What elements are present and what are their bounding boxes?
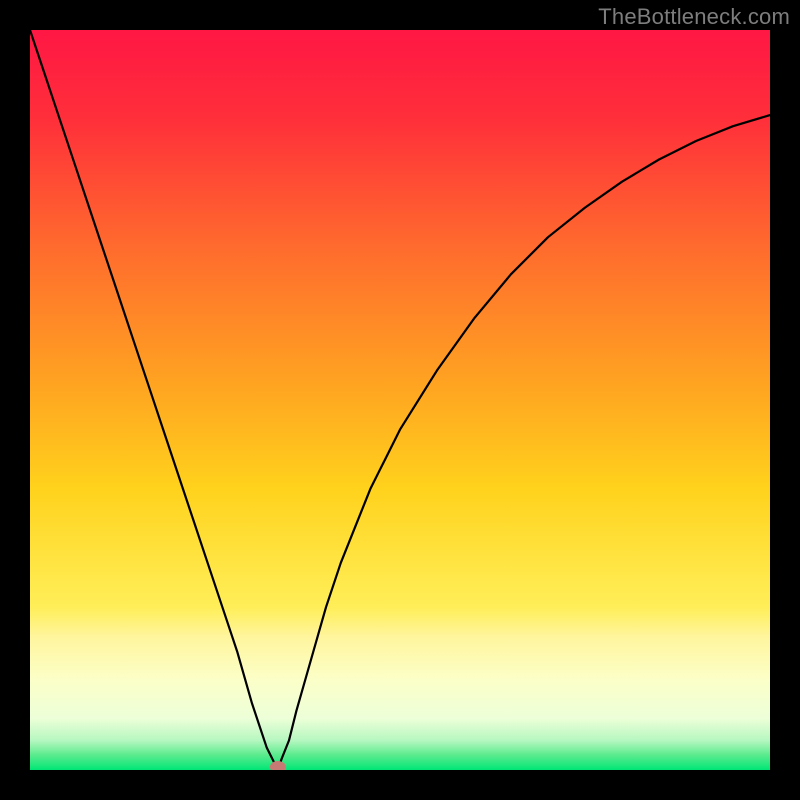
watermark-text: TheBottleneck.com <box>598 4 790 30</box>
chart-frame: TheBottleneck.com <box>0 0 800 800</box>
plot-svg <box>30 30 770 770</box>
gradient-background <box>30 30 770 770</box>
bottleneck-plot <box>30 30 770 770</box>
